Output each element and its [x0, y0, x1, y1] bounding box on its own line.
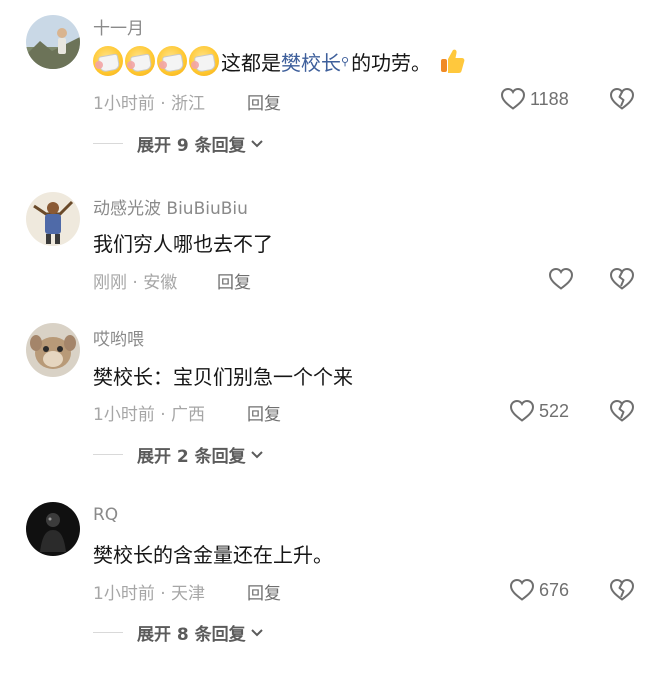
username[interactable]: 十一月 — [93, 14, 144, 39]
screaming-hug-emoji-icon — [93, 46, 123, 76]
broken-heart-icon — [609, 267, 635, 290]
dislike-button[interactable] — [609, 87, 635, 111]
broken-heart-icon — [609, 87, 635, 110]
search-link[interactable]: 樊校长 — [281, 47, 341, 76]
avatar[interactable] — [26, 192, 80, 246]
broken-heart-icon — [609, 578, 635, 601]
expand-replies-button[interactable]: 展开 9 条回复 — [93, 131, 264, 156]
heart-icon — [509, 578, 535, 601]
like-button[interactable]: 522 — [509, 399, 569, 423]
screaming-hug-emoji-icon — [125, 46, 155, 76]
avatar[interactable] — [26, 15, 80, 69]
like-count: 1188 — [530, 88, 569, 109]
like-count: 676 — [539, 579, 570, 600]
expand-replies-label: 展开 2 条回复 — [137, 447, 246, 467]
search-icon[interactable]: ⚲ — [341, 55, 349, 68]
username[interactable]: RQ — [93, 505, 118, 525]
comment-text-prefix: 这都是 — [221, 50, 281, 75]
broken-heart-icon — [609, 399, 635, 422]
dislike-button[interactable] — [609, 578, 635, 602]
thumbs-up-emoji-icon — [437, 46, 467, 76]
comment-meta: 1小时前 · 天津 — [93, 584, 206, 604]
comment-text: 这都是 樊校长 ⚲ 的功劳。 — [93, 46, 467, 76]
username[interactable]: 哎哟喂 — [93, 325, 144, 350]
heart-icon — [509, 399, 535, 422]
comment-meta: 1小时前 · 广西 — [93, 405, 206, 425]
chevron-down-icon — [250, 628, 263, 636]
comment-text: 我们穷人哪也去不了 — [93, 232, 273, 256]
screaming-hug-emoji-icon — [189, 46, 219, 76]
reply-button[interactable]: 回复 — [247, 579, 281, 604]
divider-dash — [93, 454, 123, 455]
heart-icon — [500, 87, 526, 110]
reply-button[interactable]: 回复 — [247, 400, 281, 425]
like-count: 522 — [539, 400, 570, 421]
reply-button[interactable]: 回复 — [217, 268, 251, 293]
comment-text: 樊校长的含金量还在上升。 — [93, 543, 333, 567]
avatar[interactable] — [26, 323, 80, 377]
chevron-down-icon — [250, 139, 263, 147]
emoji-group — [93, 46, 219, 76]
comment-text: 樊校长：宝贝们别急一个个来 — [93, 365, 353, 389]
screaming-hug-emoji-icon — [157, 46, 187, 76]
dislike-button[interactable] — [609, 399, 635, 423]
comment-meta: 刚刚 · 安徽 — [93, 273, 178, 293]
like-button[interactable]: 1188 — [500, 87, 569, 111]
chevron-down-icon — [250, 450, 263, 458]
divider-dash — [93, 632, 123, 633]
avatar[interactable] — [26, 502, 80, 556]
dislike-button[interactable] — [609, 267, 635, 291]
comment-text-suffix: 的功劳。 — [351, 50, 432, 75]
heart-icon — [548, 267, 574, 290]
reply-button[interactable]: 回复 — [247, 89, 281, 114]
like-button[interactable] — [548, 267, 578, 291]
comment-meta: 1小时前 · 浙江 — [93, 94, 206, 114]
expand-replies-button[interactable]: 展开 8 条回复 — [93, 620, 264, 645]
divider-dash — [93, 143, 123, 144]
expand-replies-label: 展开 9 条回复 — [137, 136, 246, 156]
like-button[interactable]: 676 — [509, 578, 569, 602]
username[interactable]: 动感光波 BiuBiuBiu — [93, 194, 248, 219]
expand-replies-button[interactable]: 展开 2 条回复 — [93, 442, 264, 467]
expand-replies-label: 展开 8 条回复 — [137, 625, 246, 645]
